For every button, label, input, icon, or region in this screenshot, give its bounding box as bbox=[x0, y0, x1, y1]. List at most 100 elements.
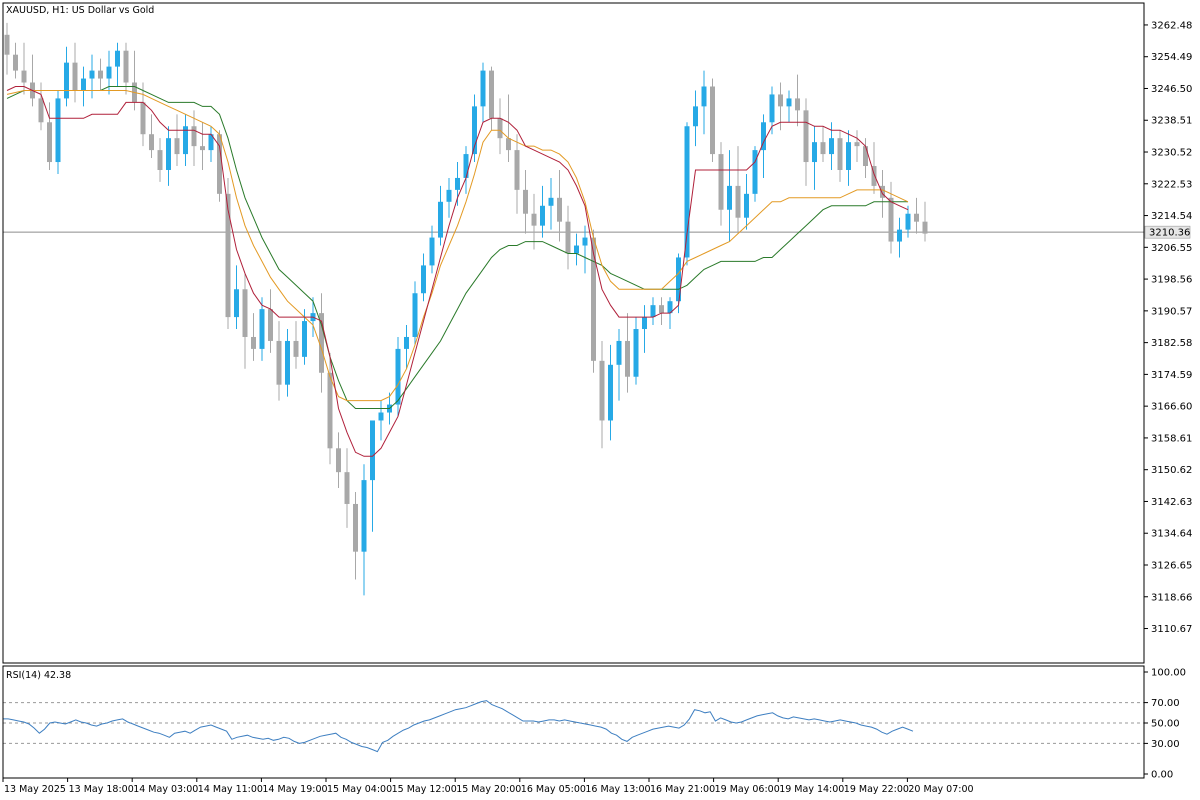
candle-body bbox=[863, 146, 868, 167]
time-tick-label: 14 May 11:00 bbox=[198, 784, 263, 795]
candle-body bbox=[361, 480, 367, 552]
candle-body bbox=[625, 340, 630, 377]
candle-body bbox=[404, 336, 409, 349]
candle-body bbox=[302, 321, 307, 357]
candle-body bbox=[21, 70, 27, 83]
candle-body bbox=[854, 142, 860, 147]
chart-title: XAUUSD, H1: US Dollar vs Gold bbox=[6, 5, 154, 16]
rsi-tick-label: 30.00 bbox=[1151, 739, 1180, 750]
price-tick-label: 3150.62 bbox=[1151, 465, 1192, 476]
candle-body bbox=[47, 122, 52, 163]
candle-body bbox=[89, 70, 95, 79]
price-tick-label: 3142.63 bbox=[1151, 497, 1192, 508]
rsi-title: RSI(14) 42.38 bbox=[6, 670, 71, 681]
price-tick-label: 3206.55 bbox=[1151, 243, 1192, 254]
candle-body bbox=[429, 237, 435, 266]
candle-body bbox=[72, 62, 78, 91]
candle-body bbox=[268, 309, 273, 341]
time-tick-label: 19 May 22:00 bbox=[844, 784, 909, 795]
candle-body bbox=[557, 197, 562, 222]
candle-body bbox=[514, 150, 520, 190]
candle-body bbox=[327, 372, 333, 449]
candle-body bbox=[336, 448, 341, 473]
candle-body bbox=[395, 348, 401, 405]
candle-body bbox=[531, 213, 537, 226]
candle-body bbox=[378, 412, 384, 421]
candle-body bbox=[259, 309, 265, 349]
candle-body bbox=[64, 62, 69, 99]
candle-body bbox=[914, 213, 919, 222]
candle-body bbox=[38, 98, 44, 123]
time-tick-label: 15 May 04:00 bbox=[327, 784, 392, 795]
candle-body bbox=[13, 54, 18, 71]
candle-body bbox=[480, 70, 486, 107]
time-tick-label: 15 May 12:00 bbox=[392, 784, 457, 795]
candle-body bbox=[599, 360, 605, 421]
candle-body bbox=[489, 70, 494, 119]
candle-body bbox=[251, 336, 256, 349]
time-tick-label: 13 May 2025 bbox=[4, 784, 66, 795]
candle-body bbox=[565, 221, 571, 254]
candle-body bbox=[897, 229, 902, 242]
price-tick-label: 3158.61 bbox=[1151, 433, 1192, 444]
candle-body bbox=[4, 34, 10, 55]
time-tick-label: 15 May 20:00 bbox=[456, 784, 521, 795]
candle-body bbox=[922, 221, 928, 234]
price-tick-label: 3166.60 bbox=[1151, 402, 1192, 413]
candle-body bbox=[905, 213, 911, 230]
price-tick-label: 3118.66 bbox=[1151, 592, 1192, 603]
candle-body bbox=[293, 340, 299, 357]
candle-body bbox=[574, 245, 579, 254]
candle-body bbox=[735, 185, 741, 218]
price-tick-label: 3230.52 bbox=[1151, 148, 1192, 159]
candle-body bbox=[701, 86, 707, 107]
candle-body bbox=[149, 134, 154, 151]
time-tick-label: 14 May 19:00 bbox=[262, 784, 327, 795]
candle-body bbox=[140, 102, 146, 135]
rsi-tick-label: 70.00 bbox=[1151, 698, 1180, 709]
candle-body bbox=[242, 289, 248, 337]
candle-body bbox=[497, 118, 503, 139]
candle-body bbox=[276, 340, 282, 385]
candle-body bbox=[548, 197, 554, 206]
candle-body bbox=[200, 146, 205, 151]
rsi-tick-label: 0.00 bbox=[1151, 770, 1173, 781]
candle-body bbox=[795, 98, 800, 111]
candle-body bbox=[659, 305, 664, 314]
candle-body bbox=[438, 201, 443, 238]
candle-body bbox=[81, 78, 86, 91]
candle-body bbox=[608, 364, 613, 421]
candle-body bbox=[115, 50, 120, 67]
price-tick-label: 3190.57 bbox=[1151, 306, 1192, 317]
time-tick-label: 13 May 18:00 bbox=[69, 784, 134, 795]
candle-body bbox=[191, 126, 197, 147]
candle-body bbox=[412, 293, 418, 337]
candle-body bbox=[642, 317, 647, 330]
rsi-tick-label: 50.00 bbox=[1151, 719, 1180, 730]
time-tick-label: 19 May 06:00 bbox=[715, 784, 780, 795]
chart-svg: 3262.48 3254.49 3246.50 3238.51 3230.52 3222.… bbox=[0, 0, 1200, 800]
price-tick-label: 3174.59 bbox=[1151, 370, 1192, 381]
price-tick-label: 3262.48 bbox=[1151, 20, 1192, 31]
candle-body bbox=[455, 177, 460, 190]
current-price-label: 3210.36 bbox=[1149, 228, 1190, 239]
candle-body bbox=[633, 329, 639, 377]
candle-body bbox=[344, 472, 350, 504]
candle-body bbox=[837, 138, 843, 170]
price-tick-label: 3238.51 bbox=[1151, 116, 1192, 127]
time-tick-label: 19 May 14:00 bbox=[779, 784, 844, 795]
time-tick-label: 16 May 21:00 bbox=[650, 784, 715, 795]
price-tick-label: 3214.54 bbox=[1151, 211, 1192, 222]
time-tick-label: 16 May 13:00 bbox=[585, 784, 650, 795]
candle-body bbox=[650, 305, 656, 318]
price-tick-label: 3246.50 bbox=[1151, 84, 1192, 95]
candle-body bbox=[225, 193, 231, 318]
price-tick-label: 3182.58 bbox=[1151, 338, 1192, 349]
candle-body bbox=[727, 185, 732, 210]
price-tick-label: 3134.64 bbox=[1151, 529, 1192, 540]
candle-body bbox=[106, 66, 112, 79]
candle-body bbox=[744, 193, 749, 218]
price-tick-label: 3254.49 bbox=[1151, 52, 1192, 63]
candle-body bbox=[523, 189, 528, 214]
candle-body bbox=[421, 265, 426, 294]
